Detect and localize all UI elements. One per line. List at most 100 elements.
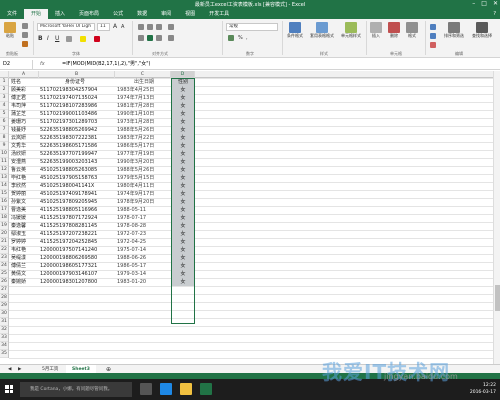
cell-name[interactable]: 鄢淑玉 [11, 230, 39, 238]
row-header[interactable]: 27 [0, 286, 8, 294]
cell-id-number[interactable]: 120000198301207800 [40, 278, 110, 286]
comma-icon[interactable]: , [246, 35, 248, 41]
fx-icon[interactable]: fx [40, 59, 45, 69]
scrollbar-thumb[interactable] [495, 285, 500, 311]
cell-id-number[interactable]: 120000198605177321 [40, 262, 110, 270]
cell-name[interactable]: 鲁云英 [11, 166, 39, 174]
tab-data[interactable]: 数据 [130, 9, 154, 19]
tab-view[interactable]: 视图 [178, 9, 202, 19]
row-header[interactable]: 13 [0, 174, 8, 182]
currency-icon[interactable] [228, 35, 234, 41]
cell-birthdate[interactable]: 1990年3月20日 [117, 158, 171, 166]
close-icon[interactable]: ✕ [493, 0, 498, 7]
tab-page-layout[interactable]: 页面布局 [72, 9, 106, 19]
cell-birthdate[interactable]: 1978-08-28 [117, 222, 171, 230]
task-view-icon[interactable] [140, 383, 152, 395]
cell-name[interactable]: 蒲芷芝 [11, 110, 39, 118]
cortana-search-box[interactable]: 我是 Cortana，小娜。有问题尽管问我。 [20, 382, 132, 397]
row-header[interactable]: 6 [0, 118, 8, 126]
cell-birthdate[interactable]: 1972-04-25 [117, 238, 171, 246]
edge-icon[interactable] [160, 383, 172, 395]
column-header-a[interactable]: A [9, 71, 39, 78]
cell-id-number[interactable]: 522635198605171586 [40, 142, 110, 150]
column-header-b[interactable]: B [39, 71, 115, 78]
row-header[interactable]: 31 [0, 318, 8, 326]
row-header[interactable]: 11 [0, 158, 8, 166]
cell-name[interactable]: 韦司萍 [11, 102, 39, 110]
vertical-scrollbar[interactable] [493, 71, 500, 364]
row-header[interactable]: 8 [0, 134, 8, 142]
cell-id-number[interactable]: 411525197207238221 [40, 230, 110, 238]
row-header[interactable]: 1 [0, 78, 8, 86]
tab-formulas[interactable]: 公式 [106, 9, 130, 19]
font-size-select[interactable]: 11 [97, 23, 110, 31]
cell-birthdate[interactable]: 1972-07-23 [117, 230, 171, 238]
conditional-format-button[interactable]: 条件格式 [286, 22, 304, 39]
cell-styles-button[interactable]: 单元格样式 [340, 22, 362, 39]
cell-name[interactable]: 黄倩文 [11, 270, 39, 278]
row-header[interactable]: 23 [0, 254, 8, 262]
row-header[interactable]: 17 [0, 206, 8, 214]
font-name-select[interactable]: Microsoft YaHei UI Ligh [37, 23, 95, 31]
system-clock[interactable]: 12:22 2016-03-17 [470, 382, 496, 396]
cell-id-number[interactable]: 511702197301289703 [40, 118, 110, 126]
cell-birthdate[interactable]: 1983年7月22日 [117, 134, 171, 142]
cell-birthdate[interactable]: 1974年7月13日 [117, 94, 171, 102]
tab-review[interactable]: 审阅 [154, 9, 178, 19]
file-explorer-icon[interactable] [180, 383, 192, 395]
cell-id-number[interactable]: 451025197409178941 [40, 190, 110, 198]
cell-id-number[interactable]: 511702198107283986 [40, 102, 110, 110]
clear-icon[interactable] [430, 42, 436, 48]
cell-id-number[interactable]: 451025197905158763 [40, 174, 110, 182]
cell-birthdate[interactable]: 1988年5月26日 [117, 126, 171, 134]
cell-birthdate[interactable]: 1988年5月26日 [117, 166, 171, 174]
tab-file[interactable]: 文件 [0, 9, 24, 19]
cell-id-number[interactable]: 522635197707199947 [40, 150, 110, 158]
cell-birthdate[interactable]: 1986-05-17 [117, 262, 171, 270]
cut-icon[interactable] [22, 23, 28, 29]
row-header[interactable]: 22 [0, 246, 8, 254]
align-center-icon[interactable] [147, 35, 153, 41]
cell-id-number[interactable]: 120000197903146107 [40, 270, 110, 278]
row-header[interactable]: 21 [0, 238, 8, 246]
name-box[interactable]: D2 [1, 60, 33, 69]
cell-birthdate[interactable]: 1977年7月19日 [117, 150, 171, 158]
align-top-icon[interactable] [138, 24, 144, 30]
align-bottom-icon[interactable] [156, 24, 162, 30]
align-right-icon[interactable] [156, 35, 162, 41]
formula-input[interactable]: =IF(MOD(MID(B2,17,1),2),"男","女") [62, 59, 150, 69]
row-header[interactable]: 9 [0, 142, 8, 150]
cell-id-number[interactable]: 451025198004114​1X [40, 182, 110, 190]
windows-start-icon[interactable] [5, 385, 13, 393]
cell-name[interactable]: 文秀华 [11, 142, 39, 150]
cell-id-number[interactable]: 522635198307222381 [40, 134, 110, 142]
row-header[interactable]: 3 [0, 94, 8, 102]
row-header[interactable]: 30 [0, 310, 8, 318]
wrap-text-icon[interactable] [168, 24, 174, 30]
cell-name[interactable]: 冯媛媛 [11, 214, 39, 222]
cell-name[interactable]: 秦婉娇 [11, 278, 39, 286]
row-header[interactable]: 35 [0, 350, 8, 358]
header-name[interactable]: 姓名 [11, 78, 39, 86]
help-icon[interactable]: ? [486, 9, 500, 19]
delete-cells-button[interactable]: 删除 [388, 22, 400, 39]
cell-birthdate[interactable]: 1973年1月28日 [117, 118, 171, 126]
cell-name[interactable]: 傅倩兰 [11, 262, 39, 270]
cell-id-number[interactable]: 511702197407135024 [40, 94, 110, 102]
cell-name[interactable]: 傅正君 [11, 94, 39, 102]
cell-birthdate[interactable]: 1978-07-17 [117, 214, 171, 222]
cell-name[interactable]: 汤欣妍 [11, 150, 39, 158]
row-header[interactable]: 16 [0, 198, 8, 206]
row-header[interactable]: 34 [0, 342, 8, 350]
cell-id-number[interactable]: 451025197809205945 [40, 198, 110, 206]
cell-name[interactable]: 安澧燕 [11, 158, 39, 166]
cell-name[interactable]: 孙紫文 [11, 198, 39, 206]
cell-birthdate[interactable]: 1983年4月25日 [117, 86, 171, 94]
cell-birthdate[interactable]: 1981年7月28日 [117, 102, 171, 110]
find-select-button[interactable]: 查找和选择 [470, 22, 494, 39]
cell-birthdate[interactable]: 1979-03-14 [117, 270, 171, 278]
row-header[interactable]: 5 [0, 110, 8, 118]
row-header[interactable]: 15 [0, 190, 8, 198]
row-header[interactable]: 32 [0, 326, 8, 334]
sort-filter-button[interactable]: 排序和筛选 [442, 22, 466, 39]
